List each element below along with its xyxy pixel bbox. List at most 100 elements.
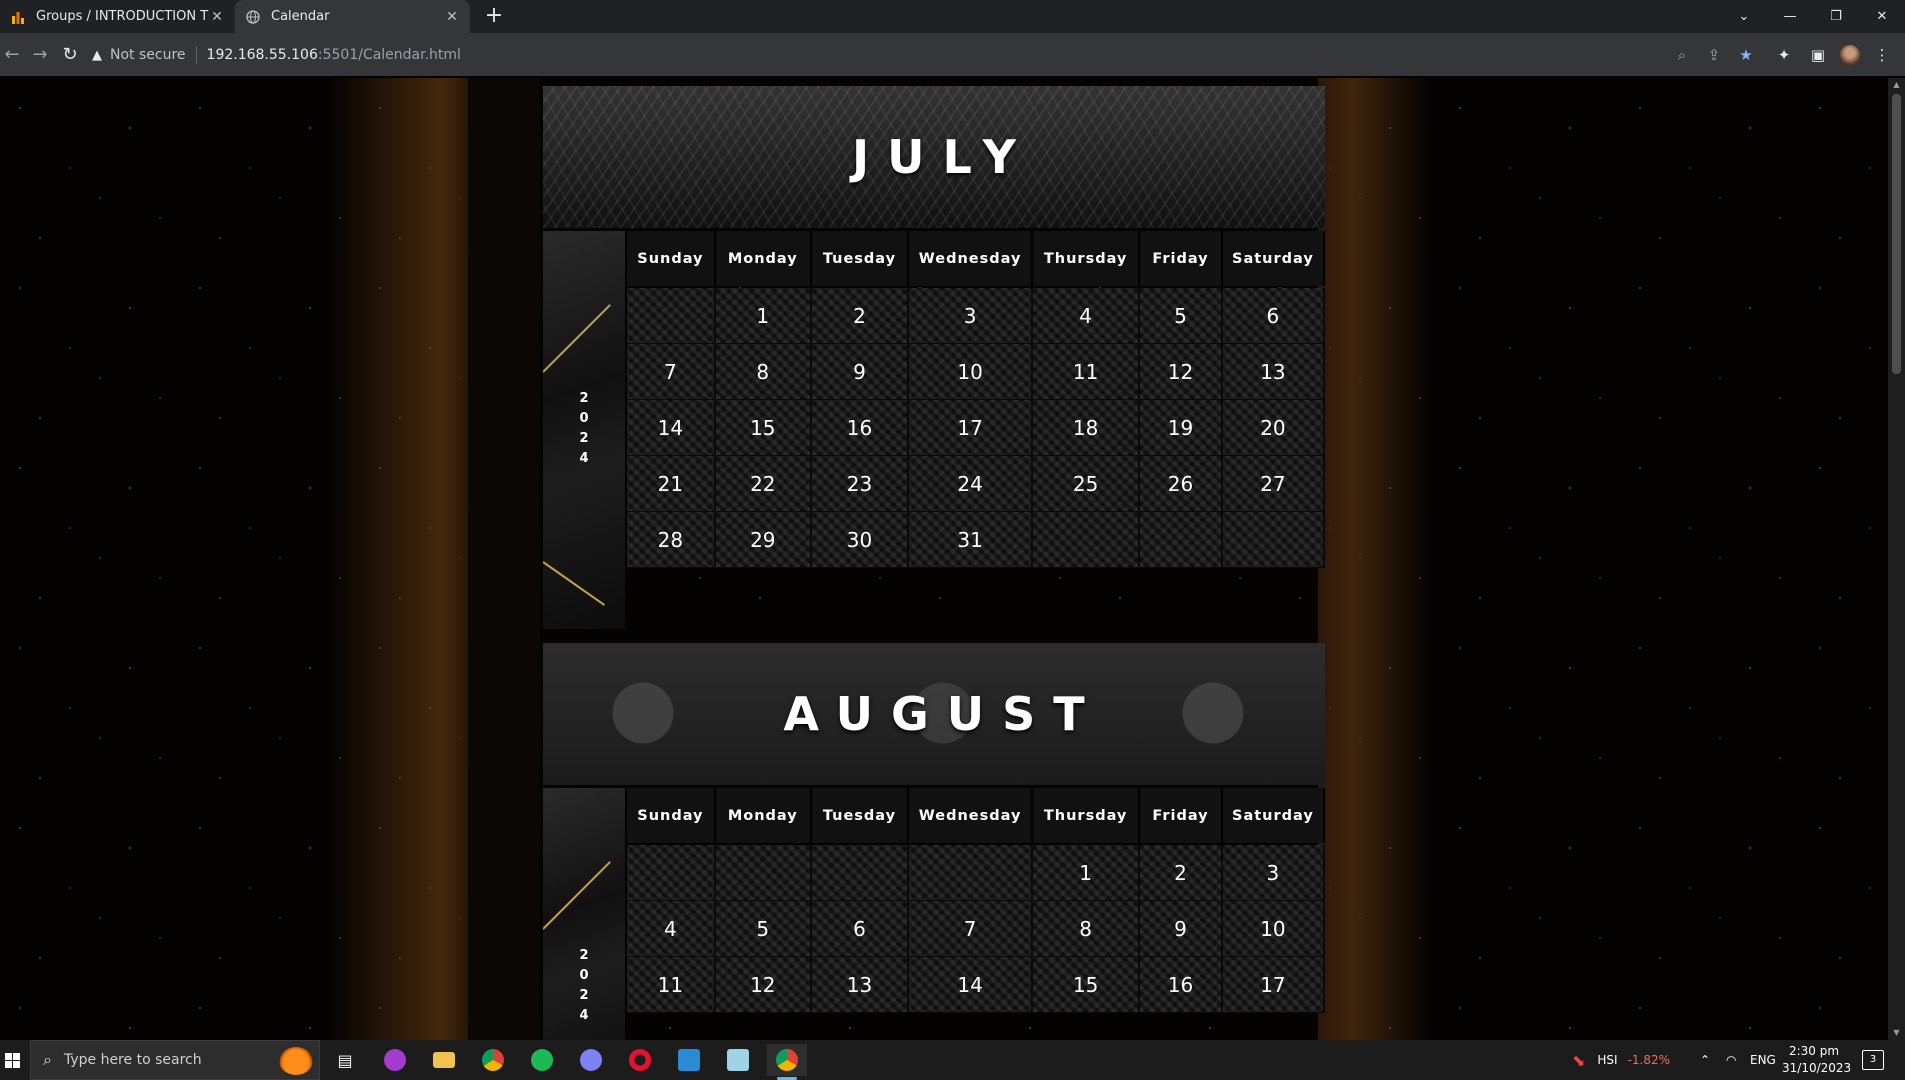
- tray-chevron-icon[interactable]: ⌃: [1700, 1040, 1710, 1080]
- stock-widget[interactable]: ⬊ HSI -1.82%: [1572, 1040, 1670, 1080]
- tab-search-icon[interactable]: ⌄: [1721, 0, 1767, 33]
- day-cell[interactable]: 25: [1033, 456, 1141, 512]
- day-cell[interactable]: 22: [715, 456, 812, 512]
- reload-icon[interactable]: ↻: [58, 43, 82, 67]
- day-cell[interactable]: 3: [1222, 845, 1325, 901]
- scroll-down-icon[interactable]: ▼: [1888, 1026, 1905, 1040]
- notification-icon[interactable]: 3: [1862, 1050, 1884, 1070]
- restore-icon[interactable]: ❐: [1813, 0, 1859, 33]
- day-cell[interactable]: 18: [1033, 400, 1141, 456]
- day-cell[interactable]: 1: [715, 288, 812, 344]
- close-tab-icon[interactable]: ✕: [444, 9, 460, 25]
- day-cell[interactable]: 13: [1222, 344, 1325, 400]
- day-cell[interactable]: 1: [1033, 845, 1141, 901]
- minimize-icon[interactable]: —: [1767, 0, 1813, 33]
- bookmark-star-icon[interactable]: ★: [1734, 43, 1758, 67]
- day-cell[interactable]: 12: [1140, 344, 1223, 400]
- close-window-icon[interactable]: ✕: [1859, 0, 1905, 33]
- day-cell[interactable]: 9: [811, 344, 910, 400]
- day-cell[interactable]: 20: [1222, 400, 1325, 456]
- day-cell[interactable]: 9: [1140, 901, 1223, 957]
- chrome-active-icon[interactable]: [767, 1044, 807, 1080]
- chrome-icon[interactable]: [473, 1044, 513, 1076]
- tab-groups[interactable]: Groups / INTRODUCTION TO CO ✕: [0, 0, 235, 33]
- day-cell[interactable]: 6: [811, 901, 910, 957]
- start-button[interactable]: [0, 1040, 24, 1080]
- day-cell[interactable]: 7: [627, 344, 716, 400]
- day-cell[interactable]: 16: [1140, 957, 1223, 1013]
- day-cell[interactable]: 31: [909, 512, 1034, 568]
- day-cell[interactable]: 28: [627, 512, 716, 568]
- day-cell[interactable]: 5: [715, 901, 812, 957]
- pumpkin-icon: [279, 1047, 313, 1075]
- day-cell[interactable]: 27: [1222, 456, 1325, 512]
- weekday-wednesday: Wednesday: [909, 788, 1034, 843]
- day-cell[interactable]: 23: [811, 456, 910, 512]
- tab-calendar[interactable]: Calendar ✕: [235, 0, 470, 33]
- clock[interactable]: 2:30 pm 31/10/2023: [1782, 1043, 1851, 1077]
- day-cell[interactable]: 10: [909, 344, 1034, 400]
- day-cell[interactable]: 14: [627, 400, 716, 456]
- scroll-thumb[interactable]: [1892, 94, 1901, 374]
- day-cell[interactable]: 6: [1222, 288, 1325, 344]
- day-cell[interactable]: 8: [715, 344, 812, 400]
- day-cell[interactable]: 26: [1140, 456, 1223, 512]
- side-panel-icon[interactable]: ▣: [1806, 43, 1830, 67]
- day-cell[interactable]: 15: [715, 400, 812, 456]
- menu-icon[interactable]: ⋮: [1870, 43, 1894, 67]
- forward-icon[interactable]: →: [28, 43, 52, 67]
- day-cell[interactable]: 5: [1140, 288, 1223, 344]
- day-cell[interactable]: 4: [627, 901, 716, 957]
- zoom-icon[interactable]: ⌕: [1670, 43, 1694, 67]
- weekday-wednesday: Wednesday: [909, 231, 1034, 286]
- month-grid: Sunday Monday Tuesday Wednesday Thursday Frid…: [627, 231, 1325, 632]
- opera-icon[interactable]: [620, 1044, 660, 1076]
- task-view-icon[interactable]: ▤: [325, 1044, 365, 1076]
- discord-icon[interactable]: [571, 1044, 611, 1076]
- new-tab-button[interactable]: +: [482, 5, 506, 29]
- day-cell[interactable]: 19: [1140, 400, 1223, 456]
- taskbar-search-box[interactable]: ⌕ Type here to search: [30, 1040, 320, 1080]
- notes-app-icon[interactable]: [718, 1044, 758, 1076]
- day-cell[interactable]: 11: [627, 957, 716, 1013]
- file-explorer-icon[interactable]: [424, 1044, 464, 1076]
- day-cell[interactable]: 13: [811, 957, 910, 1013]
- day-cell[interactable]: 30: [811, 512, 910, 568]
- search-placeholder: Type here to search: [63, 1052, 202, 1068]
- page-scrollbar[interactable]: ▲ ▼: [1888, 78, 1905, 1040]
- day-cell[interactable]: 2: [1140, 845, 1223, 901]
- background-glow-left: [330, 78, 470, 1040]
- day-cell[interactable]: 8: [1033, 901, 1141, 957]
- day-cell[interactable]: 11: [1033, 344, 1141, 400]
- day-cell[interactable]: 16: [811, 400, 910, 456]
- wps-icon[interactable]: [375, 1044, 415, 1076]
- day-cell[interactable]: 24: [909, 456, 1034, 512]
- extensions-icon[interactable]: ✦: [1772, 43, 1796, 67]
- weekday-saturday: Saturday: [1222, 231, 1325, 286]
- day-cell[interactable]: 14: [909, 957, 1034, 1013]
- page-viewport: JULY 2 0 2 4 Sunday Monday Tuesday Wednesda…: [0, 78, 1888, 1040]
- day-cell[interactable]: 4: [1033, 288, 1141, 344]
- weekday-tuesday: Tuesday: [811, 231, 910, 286]
- url-field[interactable]: ▲ Not secure 192.168.55.106:5501/Calenda…: [92, 39, 1692, 71]
- profile-avatar[interactable]: [1838, 43, 1862, 67]
- wifi-icon[interactable]: ◠: [1726, 1040, 1736, 1080]
- globe-icon: [245, 9, 261, 25]
- day-cell[interactable]: 7: [909, 901, 1034, 957]
- language-indicator[interactable]: ENG: [1750, 1040, 1776, 1080]
- spotify-icon[interactable]: [522, 1044, 562, 1076]
- back-icon[interactable]: ←: [0, 43, 24, 67]
- day-cell[interactable]: 29: [715, 512, 812, 568]
- day-cell[interactable]: 12: [715, 957, 812, 1013]
- day-cell[interactable]: 2: [811, 288, 910, 344]
- day-cell[interactable]: 15: [1033, 957, 1141, 1013]
- day-cell[interactable]: 17: [909, 400, 1034, 456]
- day-cell[interactable]: 21: [627, 456, 716, 512]
- day-cell[interactable]: 3: [909, 288, 1034, 344]
- share-icon[interactable]: ⇪: [1702, 43, 1726, 67]
- day-cell[interactable]: 10: [1222, 901, 1325, 957]
- vscode-icon[interactable]: [669, 1044, 709, 1076]
- day-cell[interactable]: 17: [1222, 957, 1325, 1013]
- close-tab-icon[interactable]: ✕: [209, 9, 225, 25]
- scroll-up-icon[interactable]: ▲: [1888, 78, 1905, 92]
